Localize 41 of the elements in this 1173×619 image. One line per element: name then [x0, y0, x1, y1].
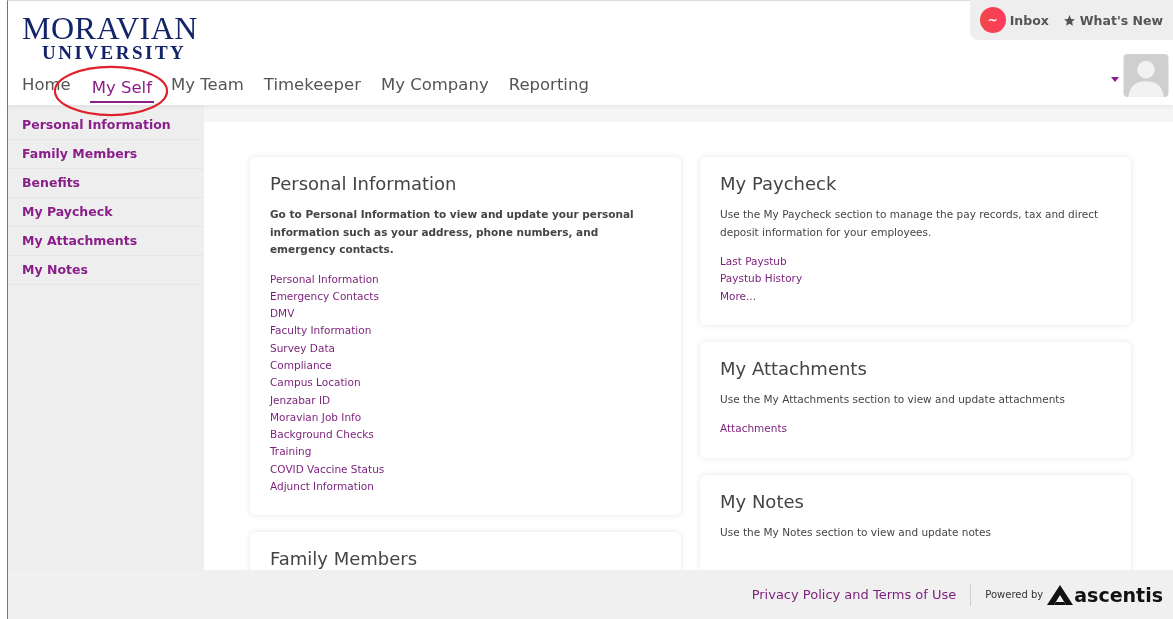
- nav-tab[interactable]: Reporting: [499, 75, 598, 100]
- card-link[interactable]: Training: [270, 443, 312, 461]
- card-title: Personal Information: [270, 173, 458, 194]
- card-link[interactable]: Attachments: [720, 420, 788, 438]
- card-link[interactable]: Paystub History: [720, 270, 803, 288]
- card-title: My Notes: [720, 490, 805, 512]
- card-description: Use the My Attachments section to view and update attachments: [720, 391, 1066, 407]
- inbox-badge: ~: [979, 7, 1006, 33]
- card-link[interactable]: Faculty Information: [270, 322, 372, 340]
- card-title: My Attachments: [720, 357, 868, 379]
- card-link[interactable]: Campus Location: [270, 374, 361, 392]
- card-link[interactable]: More...: [720, 287, 757, 305]
- logo-icon: [1047, 584, 1074, 605]
- card-link[interactable]: COVID Vaccine Status: [270, 460, 385, 479]
- powered-by-text: Powered by: [985, 589, 1044, 600]
- card-description: Go to Personal Information to view and update your personal information such as your address, phone numbers, and emergency contacts.: [270, 207, 635, 257]
- logo-text: MORAVIAN: [22, 13, 198, 43]
- whats-new-link[interactable]: What's New: [1062, 12, 1163, 28]
- card-link[interactable]: Personal Information: [270, 270, 379, 288]
- card-link[interactable]: Survey Data: [270, 339, 335, 357]
- inbox-link[interactable]: ~ Inbox: [979, 7, 1049, 33]
- card-description: Use the My Paycheck section to manage the pay records, tax and direct deposit information for your employees.: [720, 207, 1100, 240]
- card-link[interactable]: Moravian Job Info: [270, 408, 362, 427]
- star-icon: [1062, 13, 1076, 27]
- card-link[interactable]: DMV: [270, 305, 295, 323]
- card-link[interactable]: Compliance: [270, 357, 332, 375]
- privacy-link[interactable]: Privacy Policy and Terms of Use: [751, 587, 957, 602]
- nav-tab[interactable]: My Company: [371, 75, 498, 100]
- card-link[interactable]: Emergency Contacts: [270, 287, 379, 306]
- card-link[interactable]: Jenzabar ID: [270, 391, 331, 409]
- caret-icon[interactable]: [1111, 77, 1119, 82]
- nav-tab[interactable]: My Team: [162, 75, 253, 100]
- logo-text: UNIVERSITY: [42, 43, 187, 63]
- card-link[interactable]: Last Paystub: [720, 253, 787, 271]
- card-description: Use the My Notes section to view and update notes: [720, 524, 992, 540]
- card-link[interactable]: Background Checks: [270, 426, 374, 444]
- card-title: My Paycheck: [720, 173, 838, 194]
- card-link[interactable]: Adjunct Information: [270, 478, 374, 496]
- nav-tab[interactable]: Timekeeper: [254, 75, 370, 100]
- brand-name: ascentis: [1074, 583, 1163, 606]
- card-title: Family Members: [270, 548, 419, 570]
